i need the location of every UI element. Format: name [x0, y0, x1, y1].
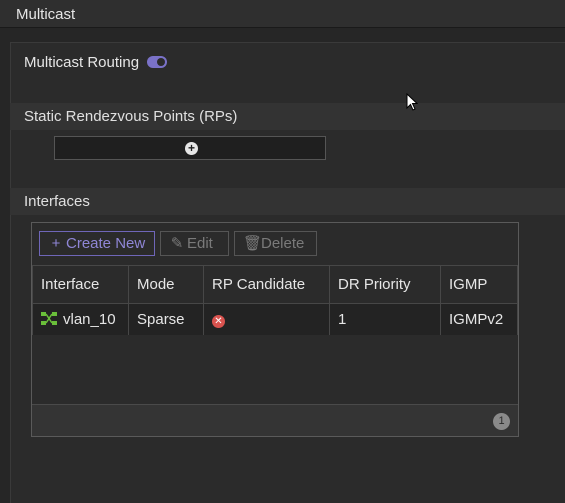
- edit-button[interactable]: ✎ Edit: [160, 231, 229, 256]
- interface-name: vlan_10: [63, 311, 116, 328]
- multicast-routing-toggle[interactable]: [147, 56, 167, 68]
- mouse-cursor-icon: [406, 93, 418, 111]
- interfaces-title: Interfaces: [24, 193, 90, 210]
- trash-icon: 🗑: [243, 235, 263, 252]
- cell-igmp: IGMPv2: [440, 303, 518, 336]
- cell-dr-priority: 1: [329, 303, 441, 336]
- window-titlebar: Multicast: [0, 0, 565, 28]
- table-header-row: Interface Mode RP Candidate DR Priority …: [32, 265, 518, 304]
- window-title: Multicast: [16, 6, 76, 23]
- delete-label: Delete: [261, 235, 305, 252]
- cell-mode: Sparse: [128, 303, 204, 336]
- interfaces-grid: + Create New ✎ Edit 🗑Delete Interface Mode…: [31, 222, 519, 437]
- column-header-dr-priority[interactable]: DR Priority: [329, 265, 441, 304]
- grid-footer: 1: [32, 404, 518, 436]
- network-interface-icon: [41, 312, 57, 325]
- grid-toolbar: + Create New ✎ Edit 🗑Delete: [32, 223, 518, 265]
- table-row[interactable]: vlan_10 Sparse ✕ 1 IGMPv2: [32, 303, 518, 336]
- create-new-button[interactable]: + Create New: [39, 231, 155, 256]
- toggle-knob: [157, 58, 165, 66]
- multicast-routing-label: Multicast Routing: [24, 54, 140, 71]
- cell-interface: vlan_10: [32, 303, 129, 336]
- column-header-igmp[interactable]: IGMP: [440, 265, 518, 304]
- edit-label: Edit: [187, 235, 213, 252]
- static-rps-header: Static Rendezvous Points (RPs): [10, 103, 565, 130]
- interfaces-table: Interface Mode RP Candidate DR Priority …: [32, 265, 518, 336]
- disabled-x-icon: ✕: [212, 315, 225, 328]
- create-new-label: Create New: [66, 235, 146, 252]
- column-header-rp-candidate[interactable]: RP Candidate: [203, 265, 330, 304]
- static-rps-title: Static Rendezvous Points (RPs): [24, 108, 238, 125]
- column-header-interface[interactable]: Interface: [32, 265, 129, 304]
- plus-circle-icon: +: [185, 142, 198, 155]
- add-rp-button[interactable]: +: [54, 136, 326, 160]
- plus-icon: +: [51, 235, 61, 252]
- row-count-badge: 1: [493, 413, 510, 430]
- pencil-icon: ✎: [170, 235, 184, 252]
- table-empty-area: [32, 335, 518, 404]
- interfaces-header: Interfaces: [10, 188, 565, 215]
- delete-button[interactable]: 🗑Delete: [234, 231, 317, 256]
- cell-rp-candidate: ✕: [203, 303, 330, 336]
- column-header-mode[interactable]: Mode: [128, 265, 204, 304]
